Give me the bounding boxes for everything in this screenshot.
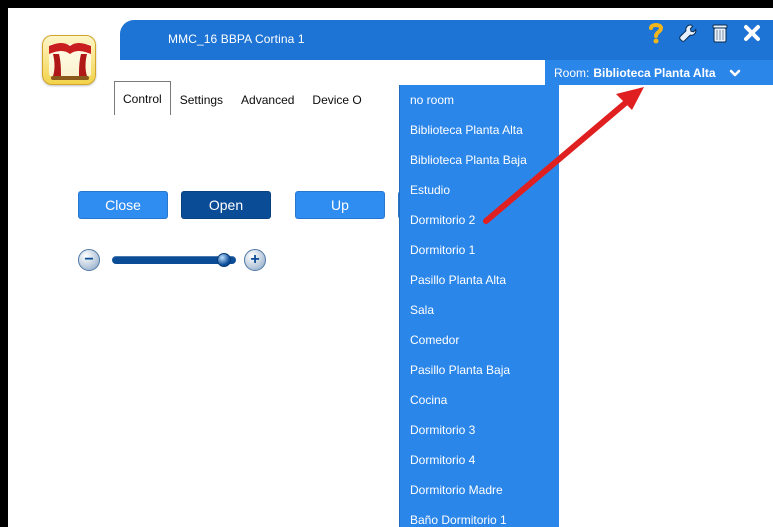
tab-device-options[interactable]: Device O	[303, 85, 370, 115]
dropdown-item-label: Dormitorio 2	[410, 213, 476, 227]
position-slider: − +	[78, 248, 268, 272]
decrease-button[interactable]: −	[78, 249, 100, 271]
curtain-logo	[42, 35, 96, 85]
dropdown-item-biblioteca-planta-baja[interactable]: Biblioteca Planta Baja	[400, 145, 559, 175]
room-selector[interactable]: Room: Biblioteca Planta Alta	[545, 60, 773, 85]
dropdown-item-label: Dormitorio 1	[410, 243, 476, 257]
tab-advanced[interactable]: Advanced	[232, 85, 303, 115]
device-window: MMC_16 BBPA Cortina 1 Room: Biblioteca P…	[8, 8, 773, 527]
close-icon[interactable]	[741, 22, 763, 44]
room-dropdown-list[interactable]: no room Biblioteca Planta Alta Bibliotec…	[399, 85, 559, 527]
open-button-label: Open	[208, 197, 244, 213]
dropdown-item-biblioteca-planta-alta[interactable]: Biblioteca Planta Alta	[400, 115, 559, 145]
tab-label: Control	[123, 91, 162, 106]
title-bar: MMC_16 BBPA Cortina 1 Room: Biblioteca P…	[8, 8, 773, 85]
dropdown-item-sala[interactable]: Sala	[400, 295, 559, 325]
tab-settings[interactable]: Settings	[171, 85, 232, 115]
increase-button[interactable]: +	[244, 249, 266, 271]
dropdown-item-dormitorio-1[interactable]: Dormitorio 1	[400, 235, 559, 265]
dropdown-item-label: Dormitorio Madre	[410, 483, 503, 497]
dropdown-item-label: Comedor	[410, 333, 460, 347]
up-button-label: Up	[331, 197, 349, 213]
help-icon[interactable]	[645, 22, 667, 44]
arrow-head	[616, 87, 644, 110]
dropdown-item-label: Sala	[410, 303, 435, 317]
window-title: MMC_16 BBPA Cortina 1	[168, 32, 305, 46]
dropdown-item-estudio[interactable]: Estudio	[400, 175, 559, 205]
toolbar-icons	[645, 20, 773, 46]
room-label: Room:	[554, 65, 590, 80]
dropdown-item-label: Dormitorio 4	[410, 453, 476, 467]
open-button[interactable]: Open	[181, 191, 271, 219]
up-button[interactable]: Up	[295, 191, 385, 219]
dropdown-item-no-room[interactable]: no room	[400, 85, 559, 115]
dropdown-item-bano-dormitorio-1[interactable]: Baño Dormitorio 1	[400, 505, 559, 527]
dropdown-item-label: Pasillo Planta Baja	[410, 363, 511, 377]
tab-control[interactable]: Control	[114, 81, 171, 115]
dropdown-item-label: Cocina	[410, 393, 448, 407]
plus-icon: +	[250, 251, 260, 268]
dropdown-item-label: Dormitorio 3	[410, 423, 476, 437]
tab-label: Advanced	[241, 93, 295, 107]
room-value: Biblioteca Planta Alta	[593, 65, 716, 80]
minus-icon: −	[84, 251, 94, 268]
dropdown-item-cocina[interactable]: Cocina	[400, 385, 559, 415]
wrench-icon[interactable]	[677, 22, 699, 44]
close-button-label: Close	[105, 197, 141, 213]
dropdown-item-label: Biblioteca Planta Baja	[410, 153, 527, 167]
dropdown-item-label: Pasillo Planta Alta	[410, 273, 507, 287]
dropdown-item-label: Estudio	[410, 183, 451, 197]
chevron-down-icon[interactable]	[728, 66, 742, 80]
dropdown-item-label: Baño Dormitorio 1	[410, 513, 507, 527]
control-panel: Close Open Up − +	[8, 115, 773, 527]
tabs: Control Settings Advanced Device O	[114, 79, 371, 115]
dropdown-item-dormitorio-4[interactable]: Dormitorio 4	[400, 445, 559, 475]
slider-knob[interactable]	[216, 253, 231, 267]
tab-label: Settings	[179, 93, 224, 107]
close-button[interactable]: Close	[78, 191, 168, 219]
dropdown-item-dormitorio-2[interactable]: Dormitorio 2	[400, 205, 559, 235]
dropdown-item-dormitorio-3[interactable]: Dormitorio 3	[400, 415, 559, 445]
dropdown-item-dormitorio-madre[interactable]: Dormitorio Madre	[400, 475, 559, 505]
dropdown-item-label: no room	[410, 93, 455, 107]
dropdown-item-pasillo-planta-baja[interactable]: Pasillo Planta Baja	[400, 355, 559, 385]
dropdown-item-comedor[interactable]: Comedor	[400, 325, 559, 355]
dropdown-item-label: Biblioteca Planta Alta	[410, 123, 523, 137]
tab-label: Device O	[312, 93, 362, 107]
trash-icon[interactable]	[709, 22, 731, 44]
dropdown-item-pasillo-planta-alta[interactable]: Pasillo Planta Alta	[400, 265, 559, 295]
